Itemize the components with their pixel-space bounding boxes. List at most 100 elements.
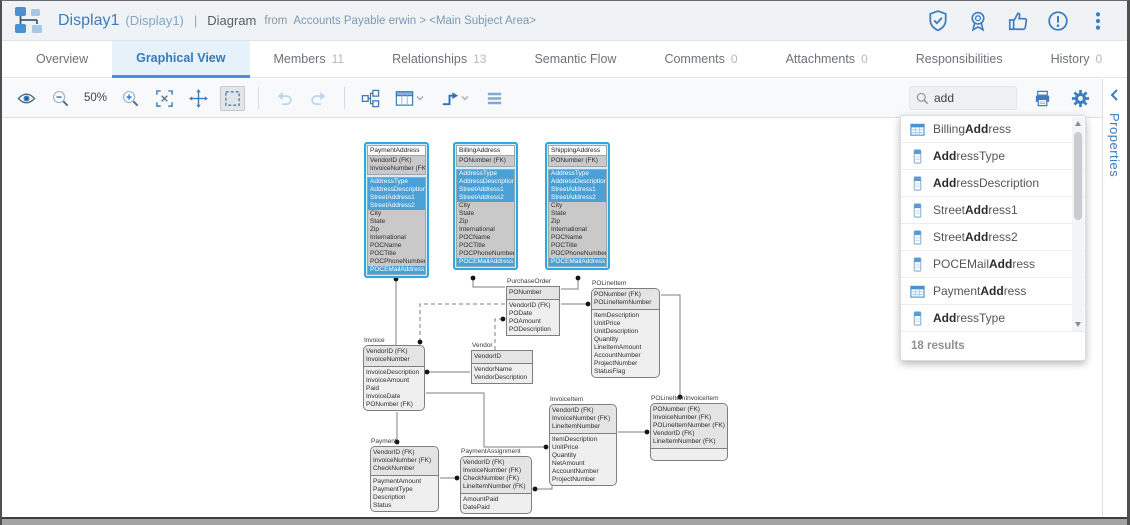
entity-title: BillingAddress: [456, 145, 515, 156]
tab-responsibilities[interactable]: Responsibilities: [892, 41, 1027, 78]
entity-key-section: VendorID (FK)InvoiceNumber: [364, 346, 424, 367]
search-result-item[interactable]: AddressType: [901, 143, 1085, 170]
search-result-item[interactable]: AddressDescription: [901, 170, 1085, 197]
chevron-left-icon: [1107, 87, 1123, 103]
tab-count: 11: [332, 42, 344, 77]
search-icon: [916, 92, 929, 105]
zoom-out-icon[interactable]: [48, 86, 73, 111]
entity-attribute-section: InvoiceDescriptionInvoiceAmountPaidInvoi…: [364, 367, 424, 410]
marquee-select-icon[interactable]: [220, 86, 245, 111]
fit-screen-icon[interactable]: [152, 86, 177, 111]
tab-overview[interactable]: Overview: [12, 41, 112, 78]
search-result-item[interactable]: StreetAddress2: [901, 224, 1085, 251]
entity-BillingAddress[interactable]: BillingAddressPONumber (FK)AddressTypeAd…: [453, 142, 518, 270]
entity-POLineItemInvoiceItem[interactable]: POLineItemInvoiceItemPONumber (FK)Invoic…: [650, 403, 728, 461]
entity-ShippingAddress[interactable]: ShippingAddressPONumber (FK)AddressTypeA…: [545, 142, 610, 270]
kebab-menu-icon[interactable]: [1087, 10, 1109, 32]
zoom-level-label: 50%: [82, 92, 109, 104]
page-subtitle: (Display1): [125, 13, 184, 28]
tab-count: 0: [731, 42, 738, 77]
scroll-up-icon[interactable]: [1072, 117, 1084, 130]
connector-style-icon[interactable]: [437, 86, 473, 111]
entity-key-section: VendorID: [472, 351, 532, 364]
print-button[interactable]: [1030, 86, 1055, 111]
scroll-down-icon[interactable]: [1072, 318, 1084, 331]
search-result-item[interactable]: AddressType: [901, 305, 1085, 332]
tab-relationships[interactable]: Relationships13: [368, 41, 510, 78]
entity-title: InvoiceItem: [550, 396, 583, 403]
tab-semantic-flow[interactable]: Semantic Flow: [510, 41, 640, 78]
entity-attribute-section: AddressTypeAddressDescriptionStreetAddre…: [367, 177, 426, 275]
tab-properties[interactable]: Properties: [1107, 113, 1122, 177]
entity-POLineItem[interactable]: POLineItemPONumber (FK)POLineItemNumberI…: [591, 288, 660, 378]
entity-Invoice[interactable]: InvoiceVendorID (FK)InvoiceNumberInvoice…: [363, 345, 425, 411]
tab-label: History: [1051, 42, 1090, 77]
result-label: PaymentAddress: [933, 284, 1026, 298]
entity-key-section: PONumber (FK): [548, 156, 607, 167]
row-height-icon[interactable]: [482, 86, 507, 111]
bottom-scrollbar-track[interactable]: [2, 517, 1127, 525]
pan-icon[interactable]: [186, 86, 211, 111]
zoom-in-icon[interactable]: [118, 86, 143, 111]
eye-icon[interactable]: [14, 86, 39, 111]
layout-hierarchy-icon[interactable]: [358, 86, 383, 111]
app-logo-icon: [12, 5, 46, 37]
thumbs-up-icon[interactable]: [1007, 10, 1029, 32]
search-result-item[interactable]: PaymentAddress: [901, 278, 1085, 305]
search-result-item[interactable]: StreetAddress1: [901, 197, 1085, 224]
result-label: AddressDescription: [933, 176, 1039, 190]
tab-attachments[interactable]: Attachments0: [762, 41, 892, 78]
entity-InvoiceItem[interactable]: InvoiceItemVendorID (FK)InvoiceNumber (F…: [549, 404, 617, 486]
from-label: from: [264, 15, 287, 27]
entity-key-section: VendorID (FK)InvoiceNumber (FK): [367, 156, 426, 175]
shield-check-icon[interactable]: [927, 10, 949, 32]
entity-title: Vendor: [472, 342, 493, 349]
scrollbar-thumb[interactable]: [1074, 132, 1082, 220]
entity-PurchaseOrder[interactable]: PurchaseOrderPONumberVendorID (FK)PODate…: [506, 286, 560, 336]
entity-title: POLineItemInvoiceItem: [651, 395, 719, 402]
entity-key-section: PONumber: [507, 287, 559, 300]
settings-gear-button[interactable]: [1068, 86, 1093, 111]
redo-icon[interactable]: [306, 86, 331, 111]
dropdown-scrollbar[interactable]: [1072, 117, 1084, 331]
diagram-toolbar: 50%: [2, 79, 1127, 118]
tab-label: Graphical View: [136, 42, 225, 74]
table-view-icon[interactable]: [392, 86, 428, 111]
entity-Vendor[interactable]: VendorVendorIDVendorNameVendorDescriptio…: [471, 350, 533, 384]
search-results-dropdown: BillingAddress AddressType AddressDescript…: [900, 115, 1086, 361]
header-bar: Display1 (Display1) | Diagram from Accou…: [2, 1, 1127, 41]
tab-count: 0: [861, 42, 868, 77]
entity-key-section: PONumber (FK): [456, 156, 515, 167]
tab-members[interactable]: Members11: [250, 41, 369, 78]
entity-title: POLineItem: [592, 280, 626, 287]
undo-icon[interactable]: [272, 86, 297, 111]
entity-PaymentAddress[interactable]: PaymentAddressVendorID (FK)InvoiceNumber…: [364, 142, 429, 278]
entity-PaymentAssignment[interactable]: PaymentAssignmentVendorID (FK)InvoiceNum…: [460, 456, 532, 514]
entity-attribute-section: AddressTypeAddressDescriptionStreetAddre…: [548, 169, 607, 267]
search-result-item[interactable]: POCEMailAddress: [901, 251, 1085, 278]
toolbar-divider: [344, 87, 345, 109]
diagram-search-input[interactable]: [934, 91, 1009, 105]
alert-icon[interactable]: [1047, 10, 1069, 32]
entity-Payment[interactable]: PaymentVendorID (FK)InvoiceNumber (FK)Ch…: [370, 446, 439, 512]
tab-count: 0: [1096, 42, 1103, 77]
tab-label: Comments: [664, 42, 724, 77]
tab-graphical-view[interactable]: Graphical View: [112, 41, 249, 78]
award-icon[interactable]: [967, 10, 989, 32]
result-label: POCEMailAddress: [933, 257, 1035, 271]
entity-key-section: PONumber (FK)POLineItemNumber: [592, 289, 659, 310]
header-actions: [927, 1, 1109, 41]
diagram-search-box[interactable]: [909, 86, 1017, 110]
entity-title: PaymentAssignment: [461, 448, 521, 455]
tab-comments[interactable]: Comments0: [640, 41, 761, 78]
tab-label: Responsibilities: [916, 42, 1003, 77]
tab-history[interactable]: History0: [1027, 41, 1127, 78]
result-label: BillingAddress: [933, 122, 1011, 136]
entity-key-section: VendorID (FK)InvoiceNumber (FK)CheckNumb…: [371, 447, 438, 476]
result-label: AddressType: [933, 149, 1005, 163]
tab-label: Attachments: [786, 42, 855, 77]
expand-panel-button[interactable]: [1106, 87, 1124, 105]
tab-label: Relationships: [392, 42, 467, 77]
breadcrumb[interactable]: Accounts Payable erwin > <Main Subject A…: [293, 15, 536, 27]
search-result-item[interactable]: BillingAddress: [901, 116, 1085, 143]
